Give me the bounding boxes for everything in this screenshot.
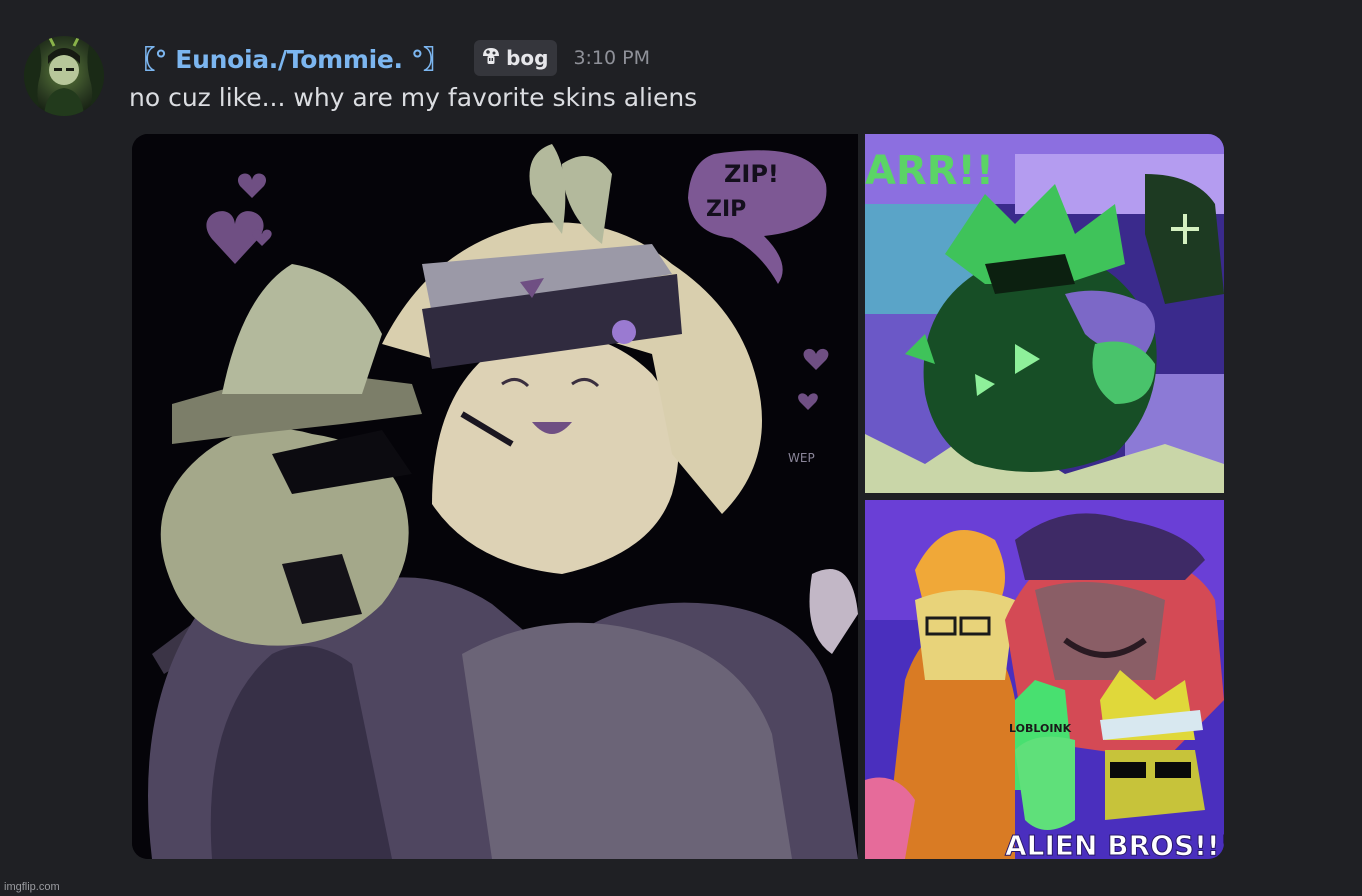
server-tag-label: bog (506, 46, 549, 70)
mushroom-icon (481, 47, 501, 69)
image-attachment-1[interactable]: ZIP! ZIP WEP (132, 134, 858, 859)
banner-text: ARR!! (865, 148, 994, 194)
cap-text: LOBLOINK (1009, 722, 1072, 735)
author-name[interactable]: 〖° Eunoia./Tommie. °〗 (130, 40, 448, 76)
server-tag[interactable]: bog (474, 40, 558, 76)
speech-line-1: ZIP! (724, 160, 779, 188)
user-avatar[interactable] (24, 36, 104, 116)
imgflip-watermark: imgflip.com (4, 881, 60, 893)
image-attachment-3[interactable]: LOBLOINK ALIEN BROS!!! (865, 500, 1224, 859)
image-attachment-2[interactable]: ARR!! (865, 134, 1224, 493)
message-timestamp[interactable]: 3:10 PM (573, 47, 650, 69)
bottom-banner-text: ALIEN BROS!!! (1005, 829, 1224, 859)
artist-signature: WEP (788, 451, 815, 465)
message-content: no cuz like... why are my favorite skins… (129, 83, 698, 112)
message-header: 〖° Eunoia./Tommie. °〗 bog 3:10 PM (130, 38, 650, 78)
speech-line-2: ZIP (706, 197, 746, 222)
chat-message: 〖° Eunoia./Tommie. °〗 bog 3:10 PM no cuz… (0, 0, 1362, 896)
